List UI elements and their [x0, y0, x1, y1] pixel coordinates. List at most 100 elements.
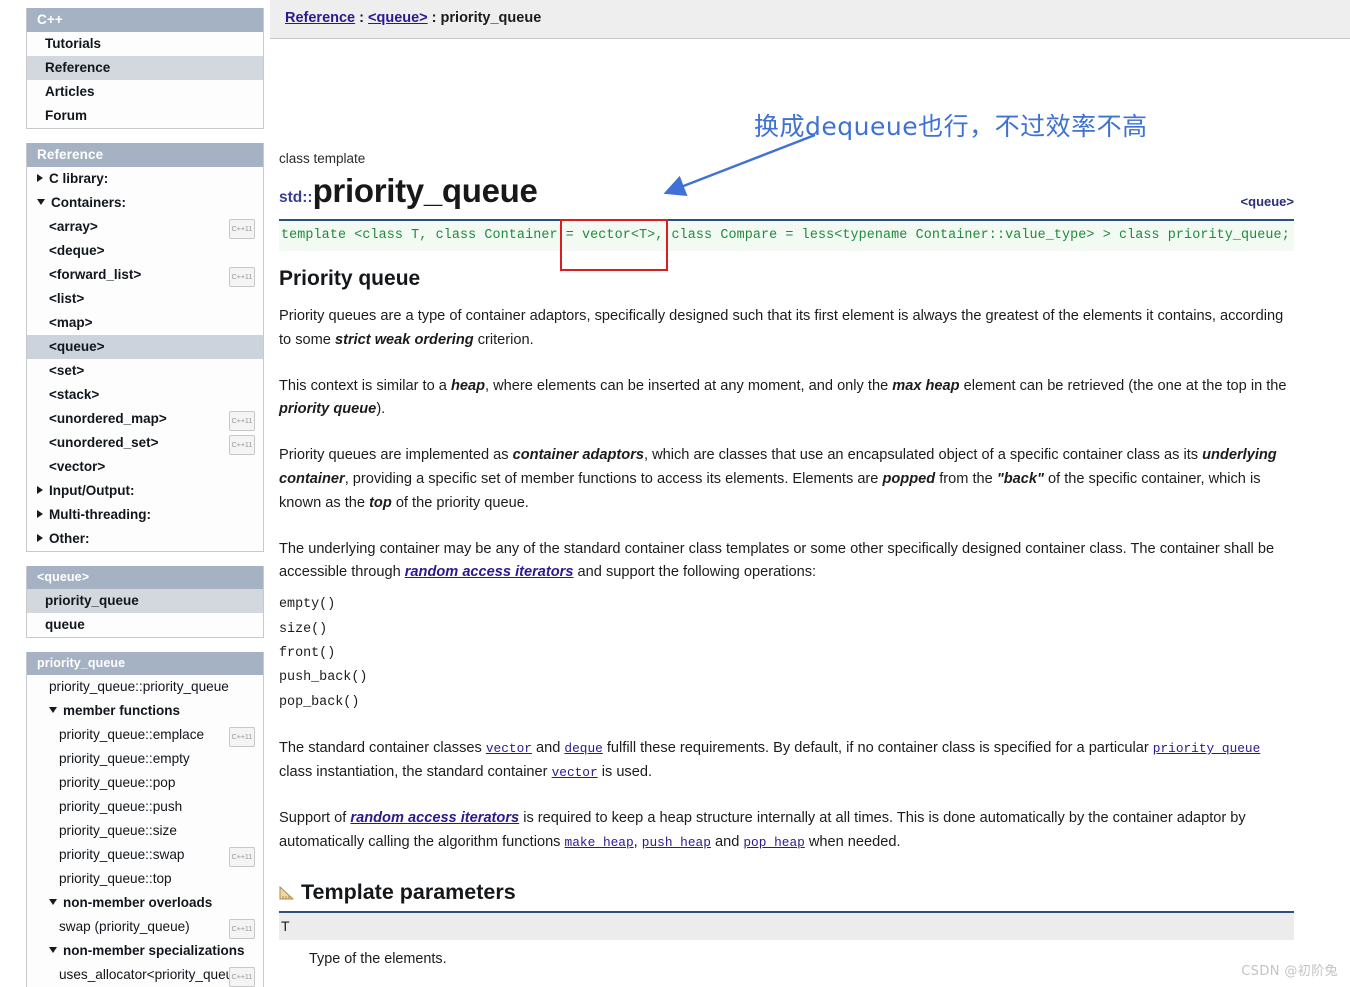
reference-nav-label: C library: [49, 171, 109, 186]
p2-emphasis-heap: heap [450, 377, 485, 394]
pq-nav-non-member-specializations[interactable]: non-member specializations [27, 939, 263, 963]
link-push-heap[interactable]: push_heap [642, 835, 711, 850]
page-title: std::priority_queue [279, 172, 1294, 210]
cpp-nav-label: Tutorials [45, 36, 102, 51]
ruler-icon [279, 881, 295, 900]
class-name: priority_queue [312, 172, 538, 209]
reference-nav-label: Input/Output: [49, 483, 135, 498]
reference-nav-list[interactable]: <list> [27, 287, 263, 311]
p2-text-d: ). [376, 401, 386, 418]
reference-nav-vector[interactable]: <vector> [27, 455, 263, 479]
reference-nav-set[interactable]: <set> [27, 359, 263, 383]
p3-emphasis-popped: popped [882, 470, 936, 487]
link-random-access-iterators-1[interactable]: random access iterators [405, 564, 574, 580]
p2-text-b: , where elements can be inserted at any … [485, 377, 893, 394]
p3-text-b: , which are classes that use an encapsul… [644, 447, 1203, 464]
link-vector-1[interactable]: vector [486, 741, 532, 756]
pq-nav-label: swap (priority_queue) [59, 919, 190, 934]
cxx11-badge: C++11 [228, 847, 255, 867]
panel-cpp-title: C++ [27, 8, 263, 32]
pq-nav-label: priority_queue::push [59, 799, 183, 814]
reference-nav-stack[interactable]: <stack> [27, 383, 263, 407]
reference-nav-unordered-map[interactable]: <unordered_map> C++11 [27, 407, 263, 431]
pq-nav-non-member-overloads[interactable]: non-member overloads [27, 891, 263, 915]
reference-nav-label: <stack> [49, 387, 100, 402]
pq-nav-priority-queue-emplace[interactable]: priority_queue::emplace C++11 [27, 723, 263, 747]
pq-nav-member-functions[interactable]: member functions [27, 699, 263, 723]
reference-nav-unordered-set[interactable]: <unordered_set> C++11 [27, 431, 263, 455]
breadcrumb-link-reference[interactable]: Reference [285, 10, 355, 26]
reference-nav-forward-list[interactable]: <forward_list> C++11 [27, 263, 263, 287]
link-priority-queue[interactable]: priority_queue [1153, 741, 1261, 756]
pq-nav-label: priority_queue::top [59, 871, 172, 886]
cpp-nav-reference[interactable]: Reference [27, 56, 263, 80]
reference-nav-input-output[interactable]: Input/Output: [27, 479, 263, 503]
link-vector-2[interactable]: vector [552, 765, 598, 780]
p2-text-a: This context is similar to a [279, 377, 451, 394]
pq-nav-priority-queue-pop[interactable]: priority_queue::pop [27, 771, 263, 795]
annotation-note: 换成dequeue也行，不过效率不高 [754, 112, 1148, 141]
reference-nav-array[interactable]: <array> C++11 [27, 215, 263, 239]
paragraph-1: Priority queues are a type of container … [279, 305, 1294, 353]
chevron-down-icon [49, 947, 57, 953]
param-name-T: T [279, 913, 1294, 941]
reference-nav-multi-threading[interactable]: Multi-threading: [27, 503, 263, 527]
reference-nav-deque[interactable]: <deque> [27, 239, 263, 263]
cpp-nav-articles[interactable]: Articles [27, 80, 263, 104]
watermark: CSDN @初阶兔 [1241, 964, 1338, 979]
pq-nav-priority-queue-priority-queue[interactable]: priority_queue::priority_queue [27, 675, 263, 699]
cxx11-badge: C++11 [228, 967, 255, 987]
panel-reference: Reference C library: Containers: <array> C+… [26, 143, 264, 552]
pq-nav-priority-queue-size[interactable]: priority_queue::size [27, 819, 263, 843]
pq-nav-label: priority_queue::emplace [59, 727, 205, 742]
reference-nav-containers[interactable]: Containers: [27, 191, 263, 215]
reference-nav-queue[interactable]: <queue> [27, 335, 263, 359]
cpp-nav-tutorials[interactable]: Tutorials [27, 32, 263, 56]
pq-nav-priority-queue-top[interactable]: priority_queue::top [27, 867, 263, 891]
reference-nav-label: <unordered_map> [49, 411, 167, 426]
panel-priority-queue-title: priority_queue [27, 652, 263, 675]
operation-item: size() [279, 621, 328, 637]
pq-nav-uses-allocator-priority-queue[interactable]: uses_allocator<priority_queue> C++11 [27, 963, 263, 987]
reference-nav-label: <list> [49, 291, 85, 306]
chevron-down-icon [37, 199, 45, 205]
reference-nav-label: <array> [49, 219, 98, 234]
queue-nav-priority-queue[interactable]: priority_queue [27, 589, 263, 613]
cpp-nav-label: Reference [45, 60, 111, 75]
link-pop-heap[interactable]: pop_heap [743, 835, 804, 850]
cpp-nav-label: Forum [45, 108, 87, 123]
chevron-right-icon [37, 486, 43, 494]
pq-nav-priority-queue-empty[interactable]: priority_queue::empty [27, 747, 263, 771]
link-random-access-iterators-2[interactable]: random access iterators [350, 810, 519, 826]
pq-nav-priority-queue-swap[interactable]: priority_queue::swap C++11 [27, 843, 263, 867]
pq-nav-priority-queue-push[interactable]: priority_queue::push [27, 795, 263, 819]
reference-nav-c-library[interactable]: C library: [27, 167, 263, 191]
p3-text-d: from the [935, 470, 997, 487]
panel-queue: <queue> priority_queue queue [26, 566, 264, 638]
cxx11-badge: C++11 [228, 727, 255, 747]
reference-nav-map[interactable]: <map> [27, 311, 263, 335]
paragraph-2: This context is similar to a heap, where… [279, 375, 1294, 423]
cpp-nav-forum[interactable]: Forum [27, 104, 263, 128]
header-tag: <queue> [1240, 194, 1294, 209]
reference-nav-other[interactable]: Other: [27, 527, 263, 551]
link-make-heap[interactable]: make_heap [565, 835, 634, 850]
panel-reference-title: Reference [27, 143, 263, 167]
reference-nav-label: <queue> [49, 339, 105, 354]
chevron-right-icon [37, 174, 43, 182]
chevron-right-icon [37, 534, 43, 542]
pq-nav-swap-priority-queue[interactable]: swap (priority_queue) C++11 [27, 915, 263, 939]
p5-text-d: class instantiation, the standard contai… [279, 764, 552, 780]
sidebar: C++ Tutorials Reference Articles Forum Refe… [0, 0, 270, 987]
chevron-down-icon [49, 707, 57, 713]
p3-text-f: of the priority queue. [391, 494, 529, 511]
pq-nav-label: non-member specializations [63, 943, 245, 958]
breadcrumb-link-queue[interactable]: <queue> [368, 10, 428, 26]
p6-text-a: Support of [279, 809, 351, 826]
p1-text-b: criterion. [473, 331, 534, 348]
queue-nav-queue[interactable]: queue [27, 613, 263, 637]
p5-text-a: The standard container classes [279, 740, 486, 757]
link-deque[interactable]: deque [564, 741, 602, 756]
page-root: C++ Tutorials Reference Articles Forum Refe… [0, 0, 1350, 987]
cxx11-badge: C++11 [228, 411, 255, 431]
